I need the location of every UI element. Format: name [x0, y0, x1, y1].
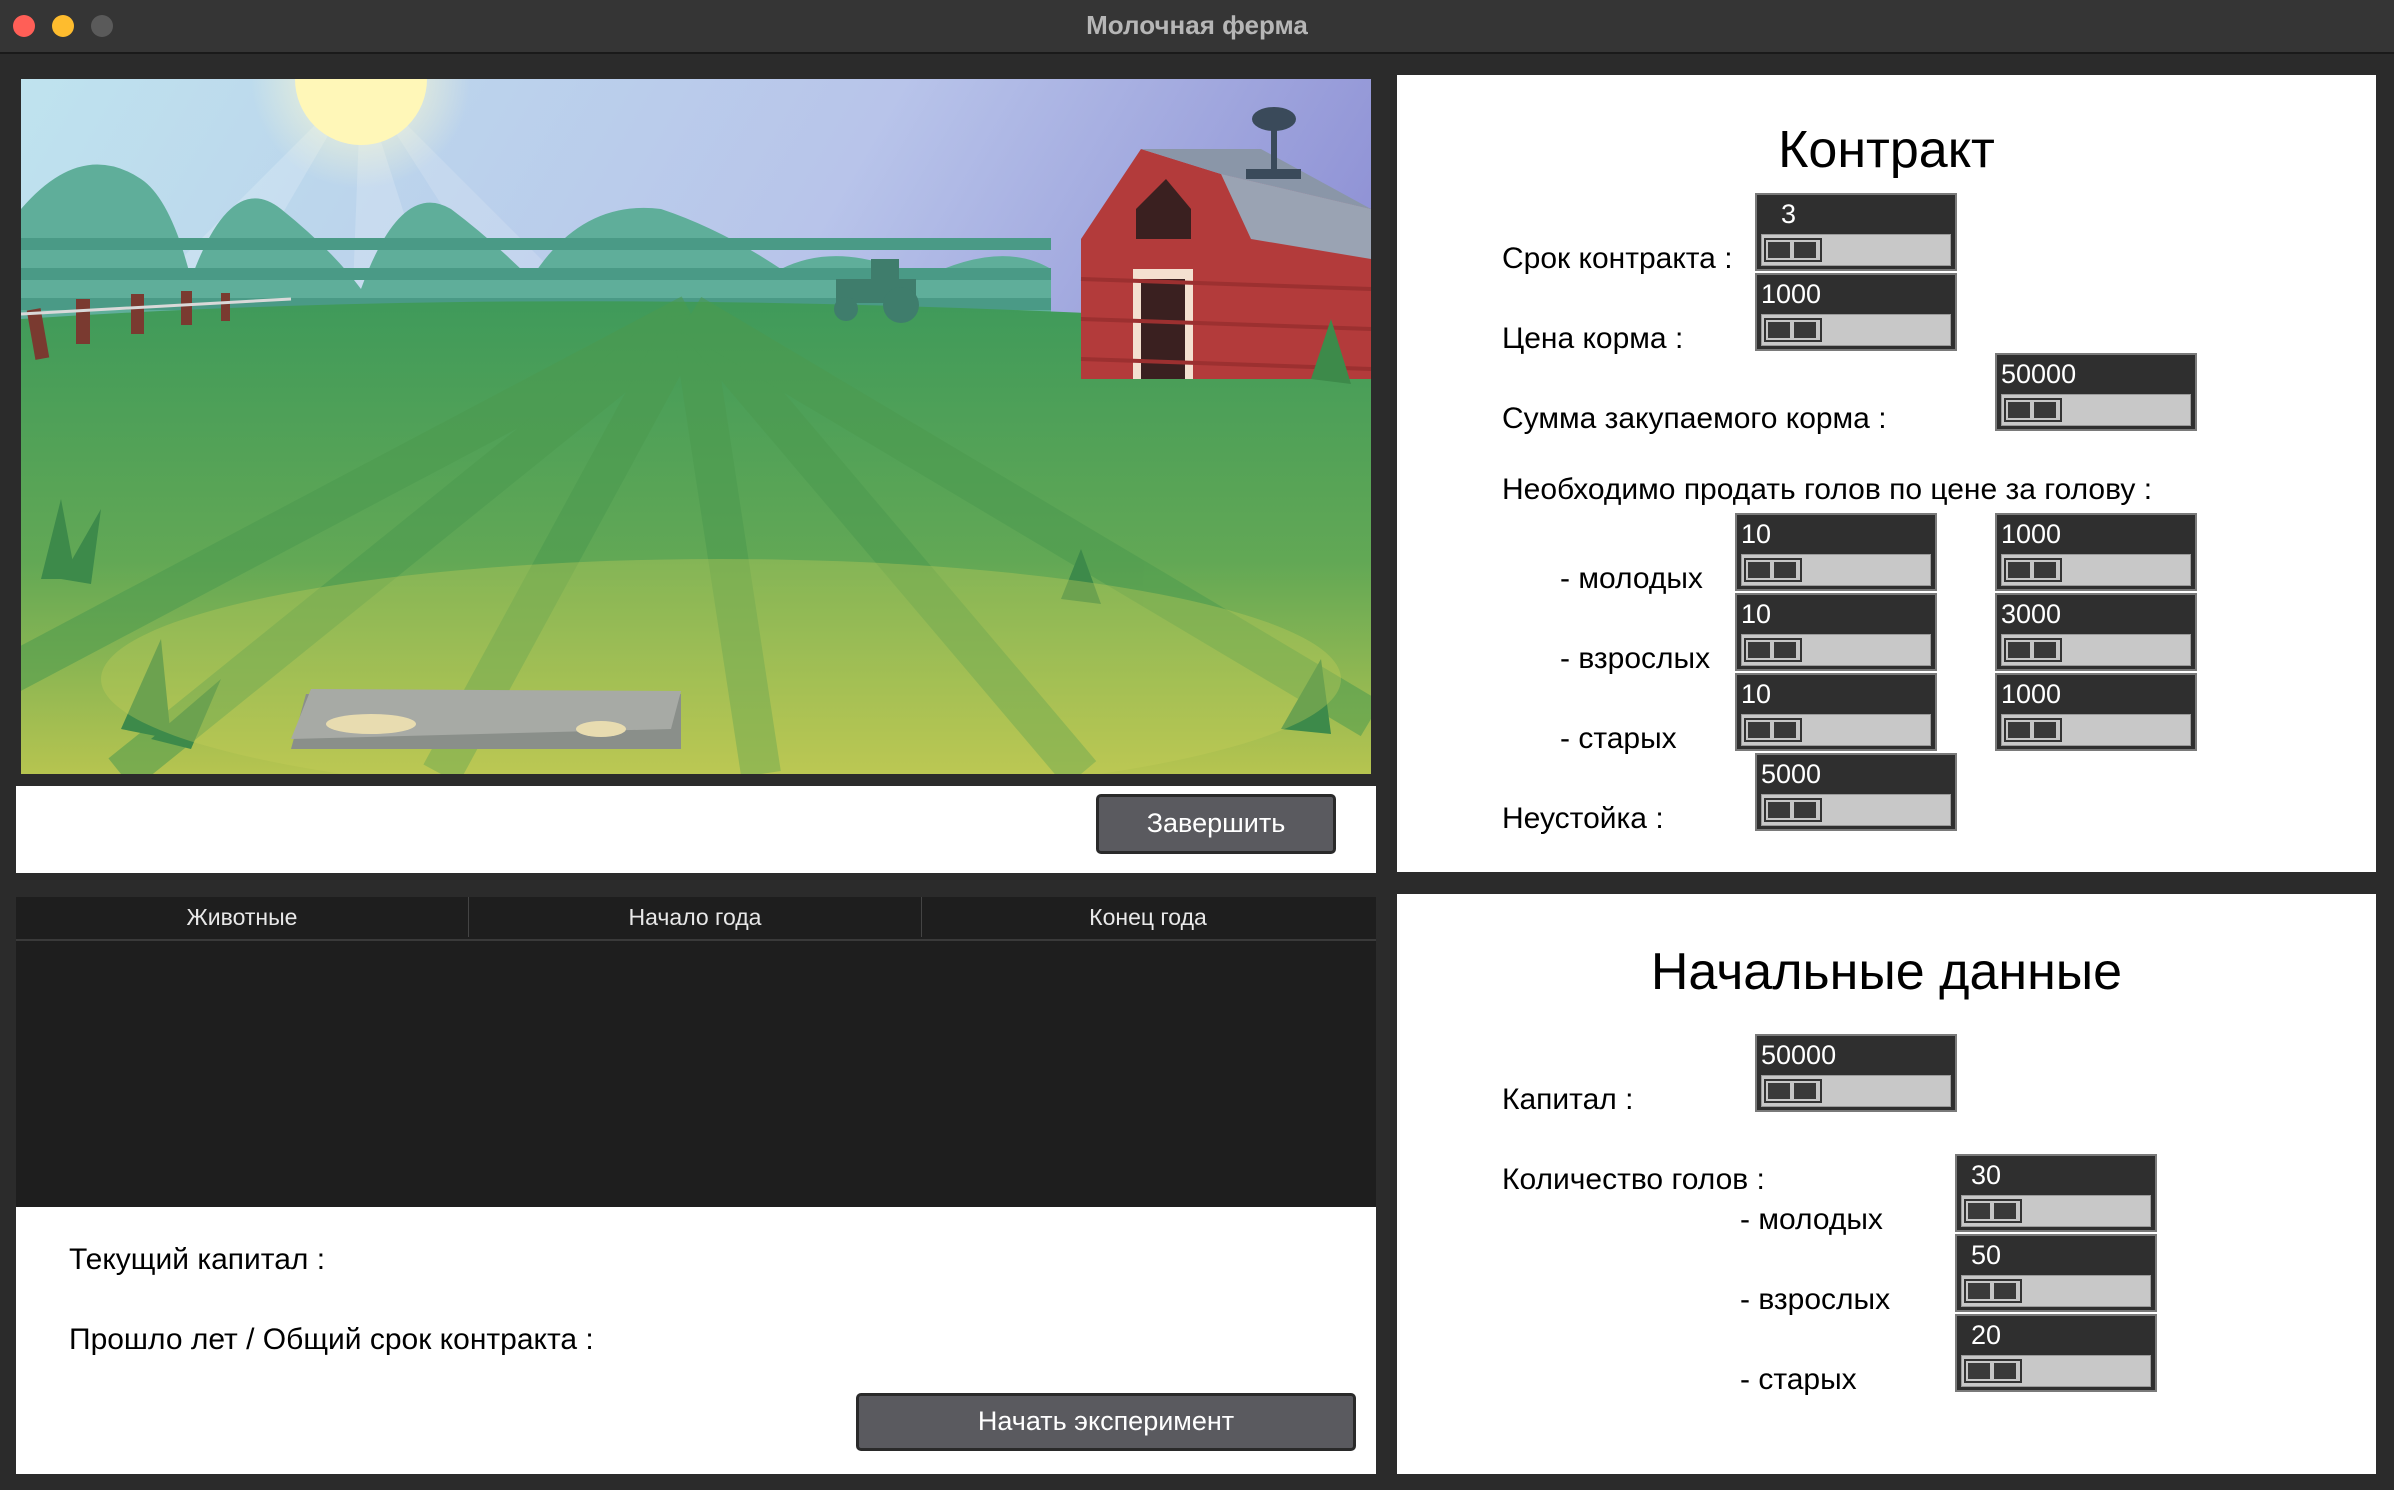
feed-price-spinbox[interactable]: 1000: [1755, 273, 1957, 351]
column-header-year-start[interactable]: Начало года: [469, 897, 922, 937]
old-label: - старых: [1560, 722, 1677, 755]
spinbox-value: 1000: [2001, 519, 2062, 549]
initial-old-label: - старых: [1740, 1363, 1857, 1396]
old-price-spinbox[interactable]: 1000: [1995, 673, 2197, 751]
slider-handle[interactable]: [1744, 638, 1802, 662]
spinbox-value: 10: [1741, 519, 1772, 549]
old-count-spinbox[interactable]: 10: [1735, 673, 1937, 751]
capital-spinbox[interactable]: 50000: [1755, 1034, 1957, 1112]
initial-adult-label: - взрослых: [1740, 1283, 1891, 1316]
penalty-label: Неустойка :: [1502, 802, 1664, 835]
contract-title: Контракт: [1778, 121, 1995, 179]
current-capital-label: Текущий капитал :: [69, 1243, 326, 1276]
feed-sum-label: Сумма закупаемого корма :: [1502, 402, 1887, 435]
feed-sum-spinbox[interactable]: 50000: [1995, 353, 2197, 431]
slider-handle[interactable]: [1764, 1079, 1822, 1103]
feed-trough-icon: [291, 689, 681, 749]
slider-handle[interactable]: [1964, 1199, 2022, 1223]
spinbox-value: 1000: [1761, 279, 1822, 309]
young-label: - молодых: [1560, 562, 1703, 595]
slider-handle[interactable]: [1764, 318, 1822, 342]
window-title: Молочная ферма: [1086, 10, 1308, 40]
initial-adult-spinbox[interactable]: 50: [1955, 1234, 2157, 1312]
initial-young-label: - молодых: [1740, 1203, 1883, 1236]
slider-handle[interactable]: [1744, 718, 1802, 742]
adult-count-spinbox[interactable]: 10: [1735, 593, 1937, 671]
slider-handle[interactable]: [2004, 558, 2062, 582]
spinbox-value: 5000: [1761, 759, 1822, 789]
slider-handle[interactable]: [1964, 1359, 2022, 1383]
young-price-spinbox[interactable]: 1000: [1995, 513, 2197, 591]
animals-table[interactable]: Животные Начало года Конец года: [16, 897, 1376, 1207]
initial-young-spinbox[interactable]: 30: [1955, 1154, 2157, 1232]
herd-count-label: Количество голов :: [1502, 1163, 1765, 1196]
adult-label: - взрослых: [1560, 642, 1711, 675]
contract-panel: Контракт Срок контракта : 3 Цена корма :…: [1397, 75, 2376, 872]
spinbox-value: 10: [1741, 599, 1772, 629]
feed-price-label: Цена корма :: [1502, 322, 1684, 355]
finish-button[interactable]: Завершить: [1096, 794, 1336, 854]
spinbox-value: 50: [1971, 1240, 2002, 1270]
young-count-spinbox[interactable]: 10: [1735, 513, 1937, 591]
title-bar: Молочная ферма: [0, 0, 2394, 54]
start-experiment-button[interactable]: Начать эксперимент: [856, 1393, 1356, 1451]
spinbox-value: 3: [1781, 199, 1797, 229]
spinbox-value: 10: [1741, 679, 1772, 709]
finish-panel: Завершить: [16, 786, 1376, 873]
spinbox-value: 30: [1971, 1160, 2002, 1190]
contract-term-spinbox[interactable]: 3: [1755, 193, 1957, 271]
slider-handle[interactable]: [2004, 718, 2062, 742]
slider-handle[interactable]: [1764, 798, 1822, 822]
contract-term-label: Срок контракта :: [1502, 242, 1733, 275]
spinbox-value: 50000: [2001, 359, 2077, 389]
status-panel: Текущий капитал : Прошло лет / Общий сро…: [16, 1207, 1376, 1474]
slider-handle[interactable]: [2004, 398, 2062, 422]
header-divider: [16, 939, 1376, 941]
slider-handle[interactable]: [1744, 558, 1802, 582]
spinbox-value: 50000: [1761, 1040, 1837, 1070]
penalty-spinbox[interactable]: 5000: [1755, 753, 1957, 831]
spinbox-value: 1000: [2001, 679, 2062, 709]
initial-data-title: Начальные данные: [1650, 943, 2123, 1001]
spinbox-value: 3000: [2001, 599, 2062, 629]
slider-handle[interactable]: [1964, 1279, 2022, 1303]
initial-data-panel: Начальные данные Капитал : 50000 Количес…: [1397, 894, 2376, 1474]
spinbox-value: 20: [1971, 1320, 2002, 1350]
column-header-animals[interactable]: Животные: [16, 897, 469, 937]
sell-heads-label: Необходимо продать голов по цене за голо…: [1502, 473, 2153, 506]
adult-price-spinbox[interactable]: 3000: [1995, 593, 2197, 671]
farm-scene: [21, 79, 1371, 774]
column-header-year-end[interactable]: Конец года: [922, 897, 1374, 937]
slider-handle[interactable]: [2004, 638, 2062, 662]
years-progress-label: Прошло лет / Общий срок контракта :: [69, 1323, 594, 1356]
slider-handle[interactable]: [1764, 238, 1822, 262]
initial-old-spinbox[interactable]: 20: [1955, 1314, 2157, 1392]
capital-label: Капитал :: [1502, 1083, 1634, 1116]
